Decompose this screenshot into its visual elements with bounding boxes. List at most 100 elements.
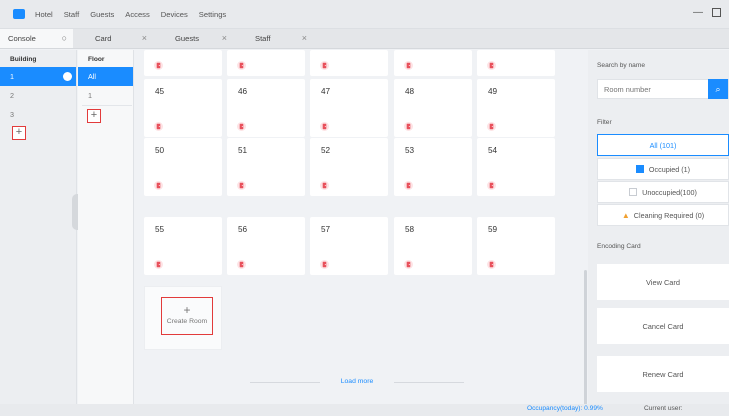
cancel-card-button[interactable]: Cancel Card: [597, 308, 729, 344]
room-card[interactable]: 52: [310, 138, 388, 196]
load-more-link[interactable]: Load more: [252, 378, 462, 385]
occupancy-status: Occupancy(today): 0.99%: [527, 405, 603, 412]
create-room-card[interactable]: + Create Room: [144, 286, 222, 350]
door-icon: [154, 181, 163, 190]
close-icon[interactable]: ×: [222, 33, 227, 43]
refresh-icon[interactable]: ○: [62, 33, 67, 43]
door-icon: [237, 181, 246, 190]
room-number: 52: [321, 146, 331, 155]
room-number: 54: [488, 146, 498, 155]
room-card[interactable]: 57: [310, 217, 388, 275]
filter-cleaning[interactable]: ▲ Cleaning Required (0): [597, 204, 729, 226]
tab-card[interactable]: Card ×: [73, 29, 153, 48]
filter-occupied-label: Occupied (1): [648, 164, 691, 174]
building-item-label: 3: [10, 110, 14, 119]
current-user-status: Current user:: [644, 405, 683, 412]
door-icon: [487, 122, 496, 131]
menu-staff[interactable]: Staff: [64, 10, 79, 19]
door-icon: [404, 181, 413, 190]
room-card[interactable]: 48: [394, 79, 472, 137]
door-icon: [320, 260, 329, 269]
building-heading: Building: [10, 56, 37, 63]
room-number: 45: [155, 87, 165, 96]
room-card[interactable]: 50: [144, 138, 222, 196]
door-icon: [320, 181, 329, 190]
building-item-1[interactable]: 1: [0, 67, 76, 86]
room-number: 53: [405, 146, 415, 155]
door-icon: [154, 260, 163, 269]
floor-list: Floor All 1 +: [78, 50, 134, 416]
room-number: 56: [238, 225, 248, 234]
door-icon: [237, 61, 246, 70]
menu-hotel[interactable]: Hotel: [35, 10, 53, 19]
search-icon[interactable]: ⌕: [708, 79, 728, 99]
room-card[interactable]: 46: [227, 79, 305, 137]
renew-card-button[interactable]: Renew Card: [597, 356, 729, 392]
room-number: 58: [405, 225, 415, 234]
add-building-button[interactable]: +: [12, 126, 26, 140]
filter-unoccupied[interactable]: Unoccupied(100): [597, 181, 729, 203]
room-number: 47: [321, 87, 331, 96]
room-card[interactable]: [144, 50, 222, 76]
floor-item-label: All: [88, 72, 96, 81]
room-card[interactable]: 53: [394, 138, 472, 196]
building-item-3[interactable]: 3: [0, 105, 76, 124]
door-icon: [404, 260, 413, 269]
door-icon: [154, 122, 163, 131]
filter-all[interactable]: All (101): [597, 134, 729, 156]
filter-label: Filter: [597, 119, 612, 126]
room-card[interactable]: [394, 50, 472, 76]
menu-access[interactable]: Access: [125, 10, 149, 19]
menu-settings[interactable]: Settings: [199, 10, 226, 19]
close-icon[interactable]: ×: [302, 33, 307, 43]
tab-guests[interactable]: Guests ×: [153, 29, 233, 48]
search-label: Search by name: [597, 62, 646, 69]
add-floor-button[interactable]: +: [87, 109, 101, 123]
room-card[interactable]: 47: [310, 79, 388, 137]
tab-staff[interactable]: Staff ×: [233, 29, 313, 48]
minimize-icon[interactable]: —: [693, 7, 703, 18]
room-card[interactable]: 54: [477, 138, 555, 196]
tab-console-label: Console: [8, 34, 36, 43]
create-room-label: Create Room: [166, 318, 208, 325]
room-number: 50: [155, 146, 165, 155]
warning-icon: ▲: [621, 210, 630, 220]
room-card[interactable]: [227, 50, 305, 76]
room-card[interactable]: 51: [227, 138, 305, 196]
floor-item-all[interactable]: All: [78, 67, 133, 86]
room-search-input[interactable]: [598, 80, 708, 98]
door-icon: [237, 260, 246, 269]
door-icon: [487, 61, 496, 70]
menu-guests[interactable]: Guests: [90, 10, 114, 19]
close-icon[interactable]: ×: [142, 33, 147, 43]
filter-occupied[interactable]: Occupied (1): [597, 158, 729, 180]
floor-item-label: 1: [88, 91, 92, 100]
room-card[interactable]: 45: [144, 79, 222, 137]
floor-heading: Floor: [88, 56, 105, 63]
view-card-button[interactable]: View Card: [597, 264, 729, 300]
room-number: 49: [488, 87, 498, 96]
tab-card-label: Card: [95, 34, 112, 43]
create-room-button[interactable]: + Create Room: [161, 297, 213, 335]
scrollbar[interactable]: [584, 270, 587, 410]
maximize-icon[interactable]: [712, 8, 721, 17]
door-icon: [487, 181, 496, 190]
floor-item-1[interactable]: 1: [78, 86, 133, 105]
status-bar: Occupancy(today): 0.99% Current user:: [0, 404, 729, 416]
room-card[interactable]: 56: [227, 217, 305, 275]
tab-guests-label: Guests: [175, 34, 200, 43]
room-number: 48: [405, 87, 415, 96]
door-icon: [404, 61, 413, 70]
tab-console[interactable]: Console ○: [0, 29, 73, 48]
room-number: 51: [238, 146, 248, 155]
room-card[interactable]: [310, 50, 388, 76]
room-card[interactable]: 49: [477, 79, 555, 137]
menu-devices[interactable]: Devices: [161, 10, 188, 19]
building-item-2[interactable]: 2: [0, 86, 76, 105]
room-card[interactable]: 58: [394, 217, 472, 275]
building-item-label: 2: [10, 91, 14, 100]
room-card[interactable]: 59: [477, 217, 555, 275]
door-icon: [320, 122, 329, 131]
room-card[interactable]: 55: [144, 217, 222, 275]
room-card[interactable]: [477, 50, 555, 76]
